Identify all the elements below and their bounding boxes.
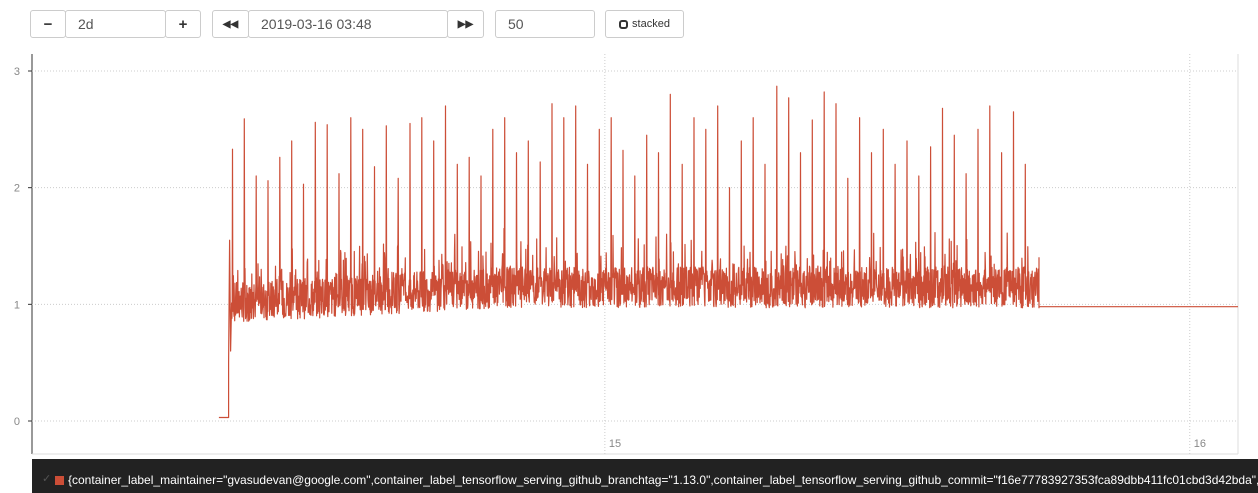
stacked-label: stacked [632, 18, 670, 30]
legend: ✓ {container_label_maintainer="gvasudeva… [32, 459, 1258, 493]
time-back-button[interactable]: ◀◀ [212, 10, 249, 38]
end-time-value: 2019-03-16 03:48 [261, 16, 372, 32]
resolution-value: 50 [508, 16, 524, 32]
graph-chart: 0 1 2 3 15 16 [14, 54, 1239, 455]
stacked-toggle-button[interactable]: stacked [605, 10, 684, 38]
y-tick-label: 2 [14, 183, 20, 195]
series-color-swatch [55, 476, 64, 485]
y-tick-label: 0 [14, 416, 20, 428]
range-input[interactable]: 2d [65, 10, 166, 38]
checkbox-icon [619, 19, 629, 29]
range-input-value: 2d [78, 16, 94, 32]
end-time-input[interactable]: 2019-03-16 03:48 [248, 10, 448, 38]
double-right-arrow-icon: ▶▶ [457, 18, 474, 30]
minus-icon: − [43, 15, 53, 33]
check-icon[interactable]: ✓ [42, 472, 51, 485]
y-tick-label: 3 [14, 66, 20, 78]
double-left-arrow-icon: ◀◀ [222, 18, 239, 30]
y-tick-label: 1 [14, 299, 20, 311]
plus-icon: + [178, 15, 188, 33]
time-forward-button[interactable]: ▶▶ [447, 10, 484, 38]
series-label[interactable]: {container_label_maintainer="gvasudevan@… [68, 473, 1258, 487]
x-tick-label: 16 [1194, 438, 1206, 450]
range-decrease-button[interactable]: − [30, 10, 66, 38]
series-line [218, 85, 1238, 419]
range-increase-button[interactable]: + [165, 10, 201, 38]
x-tick-label: 15 [609, 438, 621, 450]
resolution-input[interactable]: 50 [495, 10, 595, 38]
